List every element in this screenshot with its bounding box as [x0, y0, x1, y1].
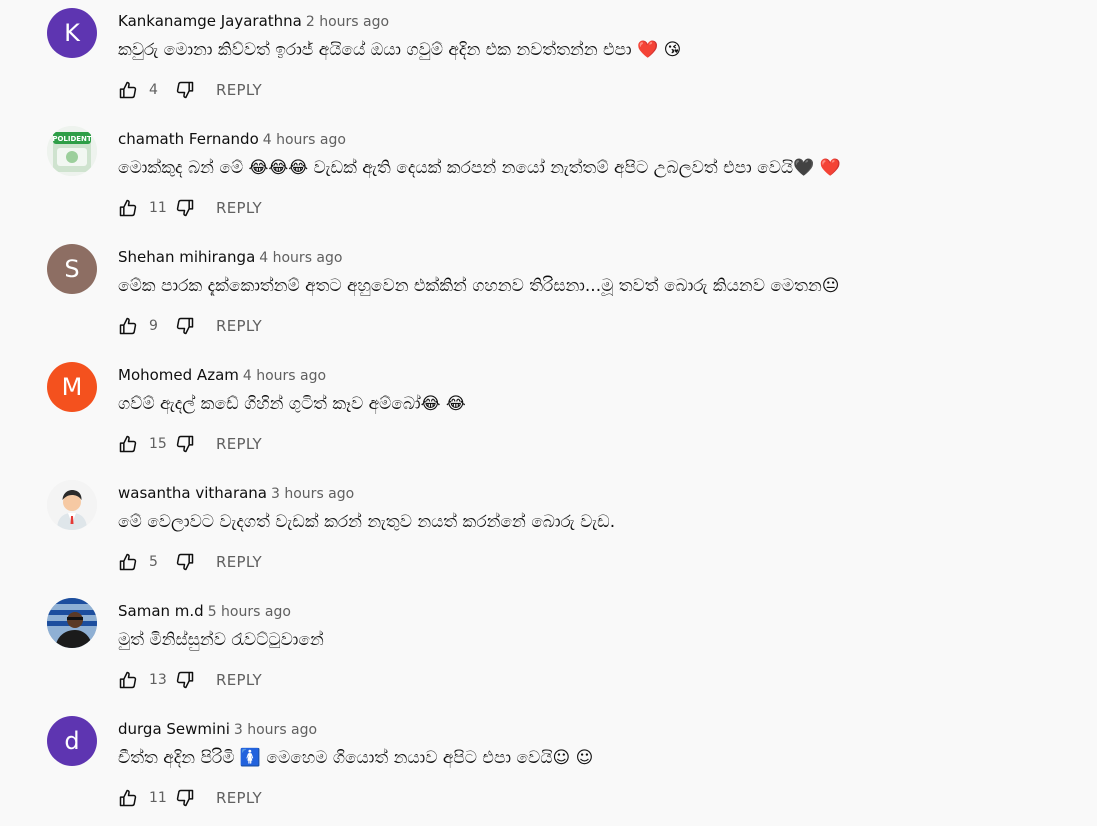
author-name[interactable]: chamath Fernando — [118, 130, 259, 148]
timestamp[interactable]: 3 hours ago — [271, 486, 354, 502]
comment-thread: POLIDENT chamath Fernando 4 hours ago මොක… — [0, 118, 1097, 236]
thumbs-up-icon[interactable] — [118, 788, 138, 808]
timestamp[interactable]: 4 hours ago — [259, 250, 342, 266]
comment-text: මොක්කුද බන් මේ 😂😂😂 වැඩක් ඇති දෙයක් කරපන්… — [118, 158, 841, 178]
comment-thread: d durga Sewmini 3 hours ago චීත්ත අදින පි… — [0, 708, 1097, 826]
comment-thread: M Mohomed Azam 4 hours ago ගව්ම් ඇදල් කඩේ… — [0, 354, 1097, 472]
reply-button[interactable]: REPLY — [216, 435, 262, 453]
comment-actions: 11 REPLY — [118, 196, 262, 220]
thumbs-down-icon[interactable] — [175, 198, 195, 218]
comments-list: K Kankanamge Jayarathna 2 hours ago කවුරු… — [0, 0, 1097, 818]
avatar-letter: d — [64, 727, 80, 755]
reply-button[interactable]: REPLY — [216, 81, 262, 99]
reply-button[interactable]: REPLY — [216, 199, 262, 217]
comment-text: මේ වෙලාවට වැදගත් වැඩක් කරන් නැතුව නයත් ක… — [118, 512, 616, 532]
comment-thread: Saman m.d 5 hours ago මුත් මිනිස්සුන්ව රැ… — [0, 590, 1097, 708]
reply-button[interactable]: REPLY — [216, 789, 262, 807]
avatar-letter: K — [64, 19, 80, 47]
author-name[interactable]: Kankanamge Jayarathna — [118, 12, 302, 30]
comment-header: Shehan mihiranga 4 hours ago — [118, 248, 342, 267]
comment-header: wasantha vitharana 3 hours ago — [118, 484, 354, 503]
comment-actions: 13 REPLY — [118, 668, 262, 692]
author-name[interactable]: Shehan mihiranga — [118, 248, 255, 266]
avatar[interactable]: d — [47, 716, 97, 766]
avatar[interactable]: S — [47, 244, 97, 294]
comment-actions: 11 REPLY — [118, 786, 262, 810]
comment-text: මේක පාරක දැක්කොත්නම් අතට අහුවෙන එක්කින් … — [118, 276, 840, 296]
comment-text: කවුරු මොනා කිව්වත් ඉරාජ් අයියේ ඔයා ගවුම්… — [118, 40, 682, 60]
thumbs-up-icon[interactable] — [118, 434, 138, 454]
comment-header: Kankanamge Jayarathna 2 hours ago — [118, 12, 389, 31]
author-name[interactable]: Saman m.d — [118, 602, 204, 620]
reply-button[interactable]: REPLY — [216, 553, 262, 571]
timestamp[interactable]: 5 hours ago — [208, 604, 291, 620]
like-count: 15 — [149, 436, 167, 452]
thumbs-up-icon[interactable] — [118, 670, 138, 690]
avatar[interactable]: M — [47, 362, 97, 412]
like-count: 5 — [149, 554, 158, 570]
like-count: 11 — [149, 790, 167, 806]
person-avatar-image — [47, 480, 97, 530]
avatar[interactable]: POLIDENT — [47, 126, 97, 176]
thumbs-down-icon[interactable] — [175, 434, 195, 454]
author-name[interactable]: wasantha vitharana — [118, 484, 267, 502]
polident-avatar-image: POLIDENT — [47, 126, 97, 176]
comment-header: chamath Fernando 4 hours ago — [118, 130, 346, 149]
like-count: 9 — [149, 318, 158, 334]
timestamp[interactable]: 4 hours ago — [263, 132, 346, 148]
comment-actions: 15 REPLY — [118, 432, 262, 456]
thumbs-down-icon[interactable] — [175, 788, 195, 808]
comment-text: මුත් මිනිස්සුන්ව රැවට්ටුවානේ — [118, 630, 324, 650]
timestamp[interactable]: 2 hours ago — [306, 14, 389, 30]
avatar-letter: M — [61, 373, 83, 401]
thumbs-up-icon[interactable] — [118, 80, 138, 100]
thumbs-down-icon[interactable] — [175, 670, 195, 690]
comment-actions: 4 REPLY — [118, 78, 262, 102]
comment-header: durga Sewmini 3 hours ago — [118, 720, 317, 739]
like-count: 11 — [149, 200, 167, 216]
reply-button[interactable]: REPLY — [216, 671, 262, 689]
like-count: 13 — [149, 672, 167, 688]
avatar[interactable] — [47, 598, 97, 648]
avatar[interactable] — [47, 480, 97, 530]
svg-text:POLIDENT: POLIDENT — [52, 135, 92, 143]
comment-actions: 5 REPLY — [118, 550, 262, 574]
reply-button[interactable]: REPLY — [216, 317, 262, 335]
author-name[interactable]: durga Sewmini — [118, 720, 230, 738]
comment-thread: wasantha vitharana 3 hours ago මේ වෙලාවට … — [0, 472, 1097, 590]
like-count: 4 — [149, 82, 158, 98]
comment-header: Saman m.d 5 hours ago — [118, 602, 291, 621]
comment-thread: S Shehan mihiranga 4 hours ago මේක පාරක ද… — [0, 236, 1097, 354]
thumbs-down-icon[interactable] — [175, 80, 195, 100]
thumbs-up-icon[interactable] — [118, 198, 138, 218]
avatar[interactable]: K — [47, 8, 97, 58]
thumbs-down-icon[interactable] — [175, 316, 195, 336]
comment-text: චීත්ත අදින පිරිමි 🚺 මෙහෙම ගියොත් නයාව අප… — [118, 748, 594, 768]
timestamp[interactable]: 4 hours ago — [243, 368, 326, 384]
thumbs-down-icon[interactable] — [175, 552, 195, 572]
author-name[interactable]: Mohomed Azam — [118, 366, 239, 384]
comment-header: Mohomed Azam 4 hours ago — [118, 366, 326, 385]
avatar-letter: S — [64, 255, 80, 283]
thumbs-up-icon[interactable] — [118, 552, 138, 572]
thumbs-up-icon[interactable] — [118, 316, 138, 336]
timestamp[interactable]: 3 hours ago — [234, 722, 317, 738]
comment-actions: 9 REPLY — [118, 314, 262, 338]
comment-text: ගව්ම් ඇදල් කඩේ ගිහින් ගුටිත් කෑව අම්බෝ😂 … — [118, 394, 466, 414]
comment-thread: K Kankanamge Jayarathna 2 hours ago කවුරු… — [0, 0, 1097, 118]
photo-avatar-image — [47, 598, 97, 648]
